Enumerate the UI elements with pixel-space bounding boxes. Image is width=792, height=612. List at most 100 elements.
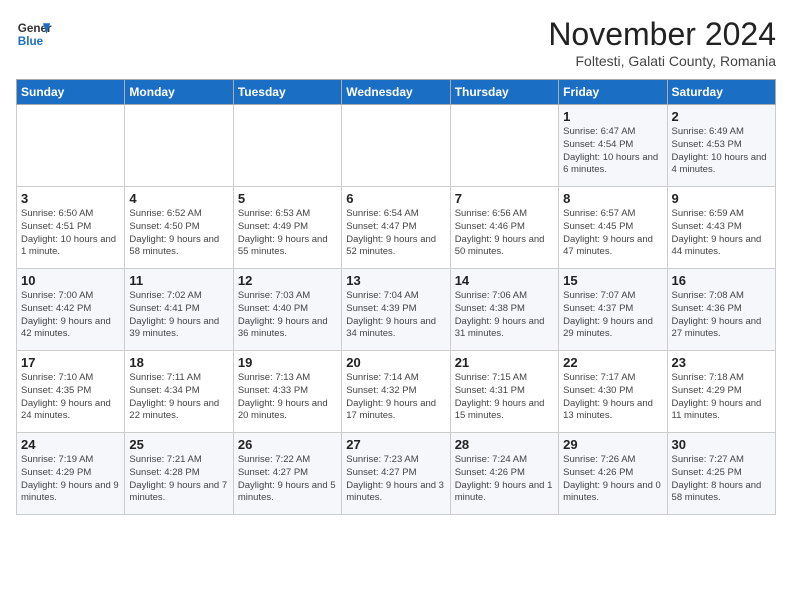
day-number: 23 (672, 355, 771, 370)
calendar-cell: 13Sunrise: 7:04 AM Sunset: 4:39 PM Dayli… (342, 269, 450, 351)
day-number: 8 (563, 191, 662, 206)
day-info: Sunrise: 7:11 AM Sunset: 4:34 PM Dayligh… (129, 372, 228, 423)
calendar-cell (17, 105, 125, 187)
day-info: Sunrise: 7:03 AM Sunset: 4:40 PM Dayligh… (238, 290, 337, 341)
header-friday: Friday (559, 80, 667, 105)
day-number: 11 (129, 273, 228, 288)
day-info: Sunrise: 7:00 AM Sunset: 4:42 PM Dayligh… (21, 290, 120, 341)
calendar-cell: 23 Sunrise: 7:18 AM Sunset: 4:29 PM Dayli… (667, 351, 775, 433)
day-number: 29 (563, 437, 662, 452)
day-info: Sunrise: 7:13 AM Sunset: 4:33 PM Dayligh… (238, 372, 337, 423)
calendar-cell: 5Sunrise: 6:53 AM Sunset: 4:49 PM Daylig… (233, 187, 341, 269)
day-number: 25 (129, 437, 228, 452)
calendar-cell: 26 Sunrise: 7:22 AM Sunset: 4:27 PM Dayli… (233, 433, 341, 515)
logo: General Blue (16, 16, 52, 52)
calendar-cell: 24Sunrise: 7:19 AM Sunset: 4:29 PM Dayli… (17, 433, 125, 515)
header: General Blue November 2024 Foltesti, Gal… (16, 16, 776, 69)
day-number: 27 (346, 437, 445, 452)
calendar-cell: 19Sunrise: 7:13 AM Sunset: 4:33 PM Dayli… (233, 351, 341, 433)
calendar-cell: 14 Sunrise: 7:06 AM Sunset: 4:38 PM Dayli… (450, 269, 558, 351)
calendar-cell: 17 Sunrise: 7:10 AM Sunset: 4:35 PM Dayli… (17, 351, 125, 433)
day-number: 17 (21, 355, 120, 370)
day-number: 15 (563, 273, 662, 288)
day-info: Sunrise: 6:47 AM Sunset: 4:54 PM Dayligh… (563, 126, 662, 177)
day-info: Sunrise: 7:26 AM Sunset: 4:26 PM Dayligh… (563, 454, 662, 505)
day-info: Sunrise: 7:06 AM Sunset: 4:38 PM Dayligh… (455, 290, 554, 341)
calendar-cell: 12 Sunrise: 7:03 AM Sunset: 4:40 PM Dayli… (233, 269, 341, 351)
day-info: Sunrise: 7:18 AM Sunset: 4:29 PM Dayligh… (672, 372, 771, 423)
day-number: 1 (563, 109, 662, 124)
calendar-cell: 11 Sunrise: 7:02 AM Sunset: 4:41 PM Dayli… (125, 269, 233, 351)
calendar-cell: 18 Sunrise: 7:11 AM Sunset: 4:34 PM Dayli… (125, 351, 233, 433)
header-tuesday: Tuesday (233, 80, 341, 105)
day-info: Sunrise: 6:49 AM Sunset: 4:53 PM Dayligh… (672, 126, 771, 177)
day-info: Sunrise: 7:14 AM Sunset: 4:32 PM Dayligh… (346, 372, 445, 423)
day-header-row: SundayMondayTuesdayWednesdayThursdayFrid… (17, 80, 776, 105)
calendar-cell: 25 Sunrise: 7:21 AM Sunset: 4:28 PM Dayli… (125, 433, 233, 515)
logo-icon: General Blue (16, 16, 52, 52)
day-info: Sunrise: 7:08 AM Sunset: 4:36 PM Dayligh… (672, 290, 771, 341)
header-monday: Monday (125, 80, 233, 105)
calendar-table: SundayMondayTuesdayWednesdayThursdayFrid… (16, 79, 776, 515)
day-number: 10 (21, 273, 120, 288)
day-info: Sunrise: 7:24 AM Sunset: 4:26 PM Dayligh… (455, 454, 554, 505)
week-row-4: 24Sunrise: 7:19 AM Sunset: 4:29 PM Dayli… (17, 433, 776, 515)
calendar-cell: 21Sunrise: 7:15 AM Sunset: 4:31 PM Dayli… (450, 351, 558, 433)
day-info: Sunrise: 7:27 AM Sunset: 4:25 PM Dayligh… (672, 454, 771, 505)
day-info: Sunrise: 7:19 AM Sunset: 4:29 PM Dayligh… (21, 454, 120, 505)
week-row-1: 3 Sunrise: 6:50 AM Sunset: 4:51 PM Daylig… (17, 187, 776, 269)
day-number: 18 (129, 355, 228, 370)
header-sunday: Sunday (17, 80, 125, 105)
location-title: Foltesti, Galati County, Romania (548, 53, 776, 69)
calendar-cell (125, 105, 233, 187)
day-number: 6 (346, 191, 445, 206)
calendar-cell (233, 105, 341, 187)
day-info: Sunrise: 7:23 AM Sunset: 4:27 PM Dayligh… (346, 454, 445, 505)
day-info: Sunrise: 6:54 AM Sunset: 4:47 PM Dayligh… (346, 208, 445, 259)
week-row-2: 10 Sunrise: 7:00 AM Sunset: 4:42 PM Dayli… (17, 269, 776, 351)
day-number: 3 (21, 191, 120, 206)
day-number: 26 (238, 437, 337, 452)
calendar-cell: 1 Sunrise: 6:47 AM Sunset: 4:54 PM Daylig… (559, 105, 667, 187)
header-saturday: Saturday (667, 80, 775, 105)
calendar-cell: 20Sunrise: 7:14 AM Sunset: 4:32 PM Dayli… (342, 351, 450, 433)
calendar-cell: 8 Sunrise: 6:57 AM Sunset: 4:45 PM Daylig… (559, 187, 667, 269)
day-info: Sunrise: 7:21 AM Sunset: 4:28 PM Dayligh… (129, 454, 228, 505)
month-title: November 2024 (548, 16, 776, 53)
calendar-cell: 6 Sunrise: 6:54 AM Sunset: 4:47 PM Daylig… (342, 187, 450, 269)
calendar-cell (450, 105, 558, 187)
calendar-cell: 9Sunrise: 6:59 AM Sunset: 4:43 PM Daylig… (667, 187, 775, 269)
day-number: 5 (238, 191, 337, 206)
day-number: 4 (129, 191, 228, 206)
calendar-cell: 2Sunrise: 6:49 AM Sunset: 4:53 PM Daylig… (667, 105, 775, 187)
day-info: Sunrise: 6:52 AM Sunset: 4:50 PM Dayligh… (129, 208, 228, 259)
day-info: Sunrise: 7:17 AM Sunset: 4:30 PM Dayligh… (563, 372, 662, 423)
calendar-cell (342, 105, 450, 187)
header-wednesday: Wednesday (342, 80, 450, 105)
week-row-3: 17 Sunrise: 7:10 AM Sunset: 4:35 PM Dayli… (17, 351, 776, 433)
title-area: November 2024 Foltesti, Galati County, R… (548, 16, 776, 69)
calendar-cell: 27 Sunrise: 7:23 AM Sunset: 4:27 PM Dayli… (342, 433, 450, 515)
day-number: 13 (346, 273, 445, 288)
day-info: Sunrise: 7:10 AM Sunset: 4:35 PM Dayligh… (21, 372, 120, 423)
day-number: 12 (238, 273, 337, 288)
day-info: Sunrise: 7:02 AM Sunset: 4:41 PM Dayligh… (129, 290, 228, 341)
calendar-cell: 16Sunrise: 7:08 AM Sunset: 4:36 PM Dayli… (667, 269, 775, 351)
calendar-cell: 7 Sunrise: 6:56 AM Sunset: 4:46 PM Daylig… (450, 187, 558, 269)
day-number: 28 (455, 437, 554, 452)
day-number: 9 (672, 191, 771, 206)
day-number: 14 (455, 273, 554, 288)
header-thursday: Thursday (450, 80, 558, 105)
day-info: Sunrise: 7:07 AM Sunset: 4:37 PM Dayligh… (563, 290, 662, 341)
day-info: Sunrise: 7:22 AM Sunset: 4:27 PM Dayligh… (238, 454, 337, 505)
day-info: Sunrise: 6:50 AM Sunset: 4:51 PM Dayligh… (21, 208, 120, 259)
day-info: Sunrise: 6:56 AM Sunset: 4:46 PM Dayligh… (455, 208, 554, 259)
svg-text:Blue: Blue (18, 35, 44, 48)
week-row-0: 1 Sunrise: 6:47 AM Sunset: 4:54 PM Daylig… (17, 105, 776, 187)
calendar-cell: 28 Sunrise: 7:24 AM Sunset: 4:26 PM Dayli… (450, 433, 558, 515)
day-number: 7 (455, 191, 554, 206)
day-info: Sunrise: 6:57 AM Sunset: 4:45 PM Dayligh… (563, 208, 662, 259)
calendar-cell: 4 Sunrise: 6:52 AM Sunset: 4:50 PM Daylig… (125, 187, 233, 269)
calendar-cell: 15 Sunrise: 7:07 AM Sunset: 4:37 PM Dayli… (559, 269, 667, 351)
calendar-cell: 22Sunrise: 7:17 AM Sunset: 4:30 PM Dayli… (559, 351, 667, 433)
